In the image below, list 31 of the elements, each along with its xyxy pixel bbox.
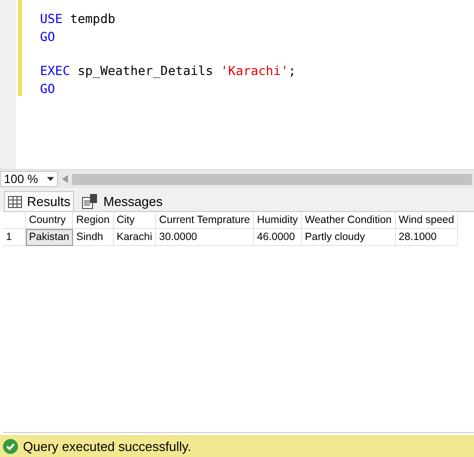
- code-token: ;: [288, 63, 296, 78]
- column-header[interactable]: Humidity: [254, 212, 302, 228]
- code-token: 'Karachi': [220, 63, 288, 78]
- results-tab[interactable]: Messages: [78, 191, 167, 211]
- code-token: USE: [40, 11, 63, 26]
- table-cell[interactable]: Sindh: [72, 228, 114, 246]
- column-header[interactable]: Weather Condition: [301, 212, 396, 228]
- column-header[interactable]: Current Temprature: [156, 212, 254, 228]
- check-icon: [3, 438, 18, 454]
- scroll-left-icon[interactable]: [62, 175, 68, 183]
- code-token: tempdb: [70, 11, 116, 26]
- table-cell[interactable]: Karachi: [113, 228, 156, 246]
- document-icon: [82, 194, 98, 208]
- code-token: EXEC: [40, 63, 70, 78]
- table-cell[interactable]: Partly cloudy: [301, 228, 396, 246]
- zoom-dropdown[interactable]: 100 %: [0, 171, 58, 187]
- results-tab[interactable]: Results: [4, 191, 74, 211]
- code-token: sp_Weather_Details: [78, 63, 214, 78]
- column-header[interactable]: Wind speed: [395, 212, 458, 228]
- table-cell[interactable]: 46.0000: [254, 228, 302, 246]
- horizontal-scrollbar[interactable]: [72, 174, 472, 184]
- grid-icon: [8, 196, 22, 208]
- code-token: GO: [40, 29, 56, 44]
- column-header[interactable]: Region: [72, 212, 114, 228]
- code-token: GO: [40, 81, 56, 96]
- table-cell[interactable]: Pakistan: [26, 228, 73, 246]
- column-header[interactable]: City: [113, 212, 156, 228]
- table-cell[interactable]: 28.1000: [395, 228, 458, 246]
- caret-icon: [47, 177, 54, 181]
- status-message: Query executed successfully.: [23, 438, 192, 454]
- table-cell[interactable]: 30.0000: [156, 228, 254, 246]
